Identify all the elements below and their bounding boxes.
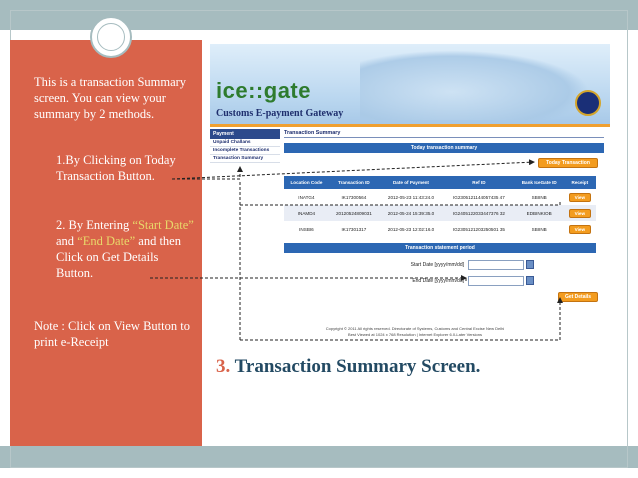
sidebar-item-transaction-summary[interactable]: Transaction Summary [210, 155, 280, 163]
method2-text: 2. By Entering “Start Date” and “End Dat… [56, 218, 194, 280]
portal-footer: Copyright © 2011 All rights reserved. Di… [325, 326, 505, 337]
col-ref-id: Ref ID [443, 176, 515, 189]
emblem-icon [575, 90, 601, 116]
end-date-input[interactable] [468, 276, 524, 286]
today-summary-bar: Today transaction summary [284, 143, 604, 153]
portal-sidebar: Payment Unpaid Challans Incomplete Trans… [210, 129, 280, 163]
table-row: INAMD4 20120524809031 2012-05-24 15:39:3… [284, 205, 596, 221]
portal-banner: ice::gate Customs E-payment Gateway [210, 44, 610, 124]
sidebar-item-incomplete-transactions[interactable]: Incomplete Transactions [210, 147, 280, 155]
col-receipt: Receipt [563, 176, 596, 189]
view-receipt-button[interactable]: View [568, 208, 592, 218]
calendar-icon[interactable] [526, 276, 534, 285]
table-row: INSBI6 IK17301317 2012-05-23 12:02:16.0 … [284, 221, 596, 237]
sidebar-header: Payment [210, 129, 280, 139]
statement-period-bar: Transaction statement period [284, 243, 596, 253]
get-details-button[interactable]: Get Details [558, 292, 598, 302]
col-bank-icegate-id: Bank IceGate ID [514, 176, 564, 189]
end-date-label: End Date [yyyy/mm/dd] [412, 278, 464, 284]
note-text: Note : Click on View Button to print e-R… [34, 319, 190, 349]
table-row: INATG4 IK17300564 2012-05-23 11:43:24.0 … [284, 189, 596, 205]
calendar-icon[interactable] [526, 260, 534, 269]
col-location-code: Location Code [284, 176, 329, 189]
portal-main: Transaction Summary Today transaction su… [284, 129, 604, 153]
decorative-circle [90, 16, 132, 58]
portal-tagline: Customs E-payment Gateway [216, 108, 344, 119]
icegate-logo: ice::gate [216, 78, 311, 103]
intro-text: This is a transaction Summary screen. Yo… [34, 75, 187, 121]
col-transaction-id: Transaction ID [328, 176, 379, 189]
slide-heading: 3. Transaction Summary Screen. [216, 356, 481, 377]
start-date-label: Start Date [yyyy/mm/dd] [410, 262, 464, 268]
bottom-bar [0, 446, 638, 468]
col-date-of-payment: Date of Payment [378, 176, 444, 189]
sidebar-item-unpaid-challans[interactable]: Unpaid Challans [210, 139, 280, 147]
start-date-input[interactable] [468, 260, 524, 270]
method1-text: 1.By Clicking on Today Transaction Butto… [56, 153, 176, 183]
portal-screenshot: ice::gate Customs E-payment Gateway Paym… [210, 44, 610, 344]
view-receipt-button[interactable]: View [568, 224, 592, 234]
today-transaction-button[interactable]: Today Transaction [538, 158, 598, 168]
transactions-table: Location Code Transaction ID Date of Pay… [284, 176, 596, 237]
page-title: Transaction Summary [284, 129, 604, 138]
view-receipt-button[interactable]: View [568, 192, 592, 202]
